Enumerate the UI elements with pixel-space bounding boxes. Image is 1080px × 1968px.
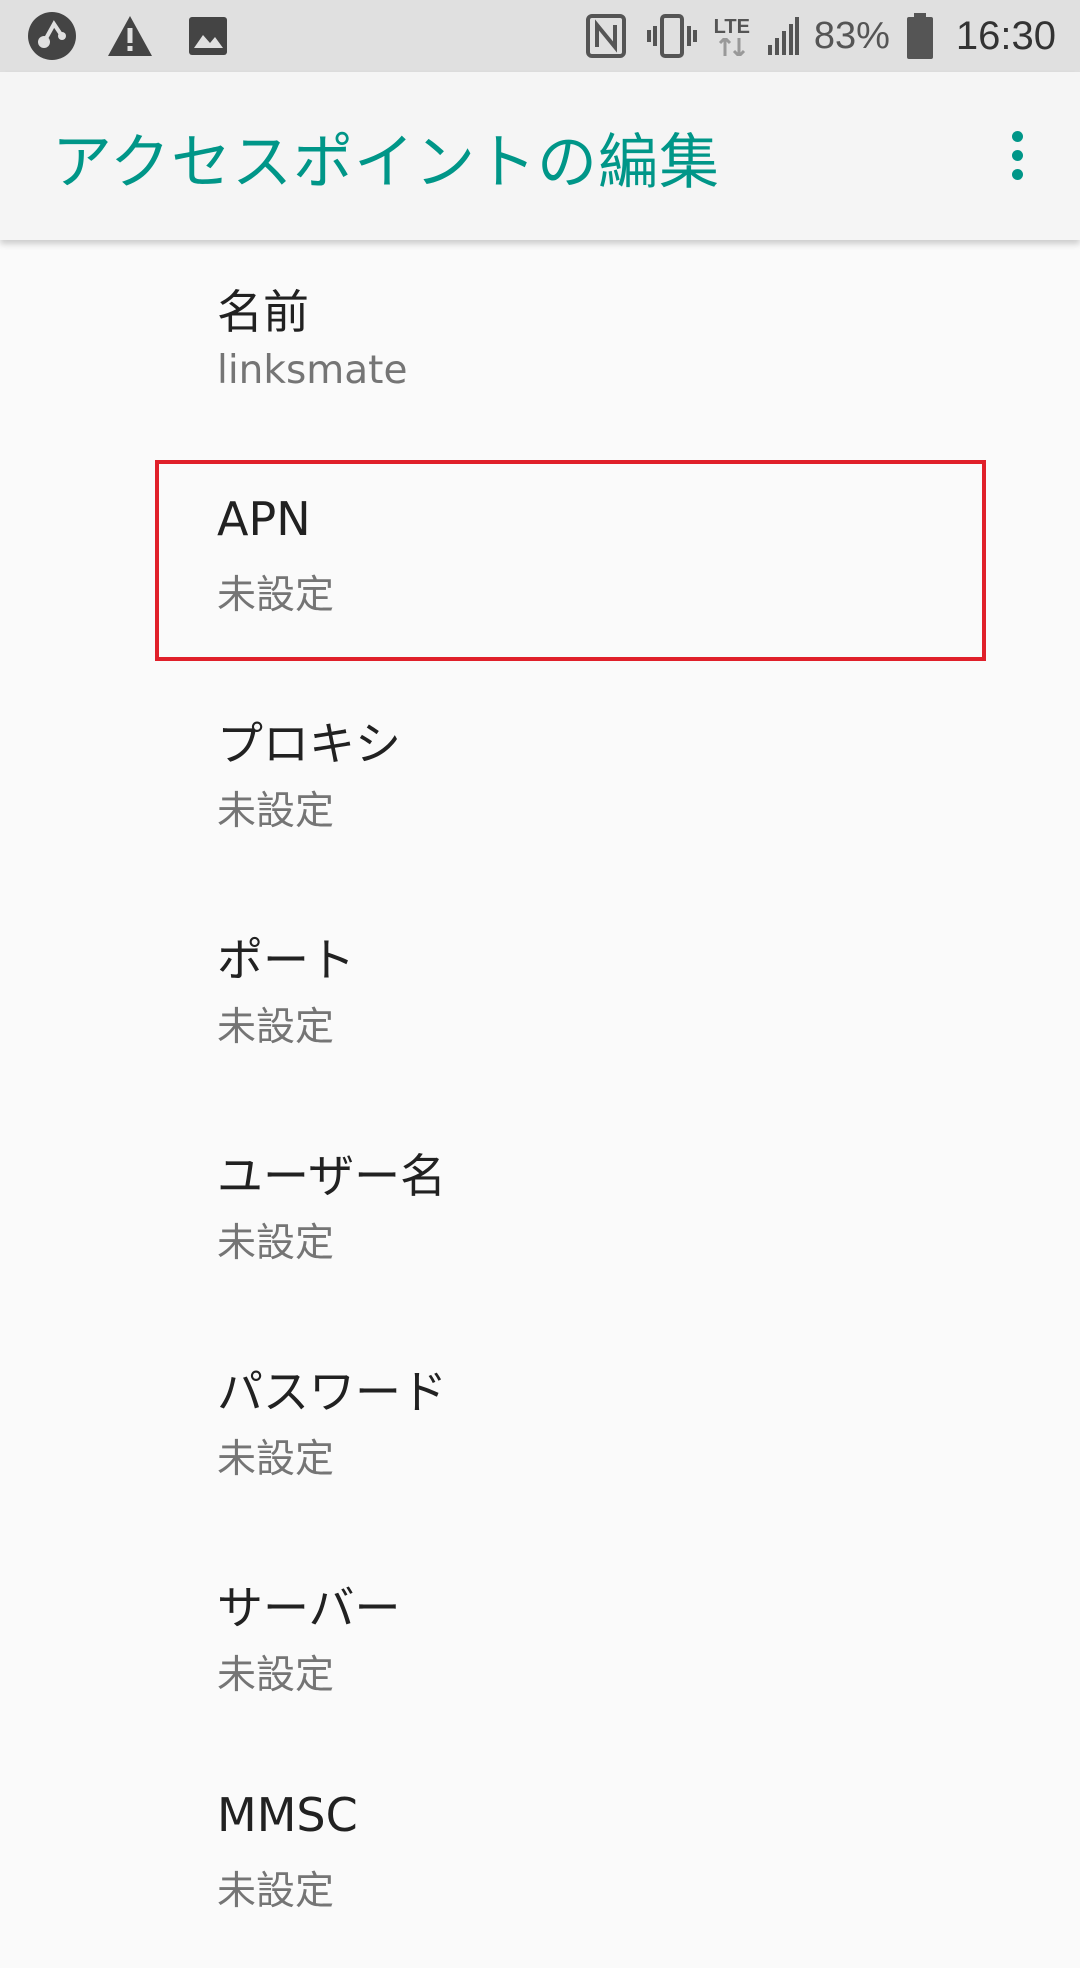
setting-value: 未設定 <box>217 789 335 834</box>
warning-icon <box>104 10 156 62</box>
setting-title: サーバー <box>217 1581 401 1635</box>
setting-value: 未設定 <box>217 1653 335 1698</box>
status-bar: LTE 83% 16:30 <box>0 0 1080 72</box>
setting-item-apn[interactable]: APN 未設定 <box>0 456 1080 672</box>
setting-title: パスワード <box>217 1365 447 1419</box>
setting-title: MMSC <box>217 1788 358 1842</box>
image-icon <box>182 10 234 62</box>
nfc-icon <box>580 10 632 62</box>
setting-title: APN <box>217 492 311 546</box>
setting-value: 未設定 <box>217 1869 335 1914</box>
setting-item-name[interactable]: 名前 linksmate <box>0 240 1080 456</box>
setting-item-mmsc[interactable]: MMSC 未設定 <box>0 1752 1080 1968</box>
battery-percent: 83% <box>813 14 890 57</box>
app-bar: アクセスポイントの編集 <box>0 72 1080 240</box>
setting-item-port[interactable]: ポート 未設定 <box>0 888 1080 1104</box>
vibrate-icon <box>646 10 698 62</box>
lte-icon: LTE <box>712 10 752 62</box>
app-notification-icon <box>26 10 78 62</box>
setting-value: 未設定 <box>217 573 335 618</box>
clock: 16:30 <box>955 13 1056 58</box>
setting-value: 未設定 <box>217 1005 335 1050</box>
setting-value: linksmate <box>217 348 408 393</box>
overflow-menu-icon[interactable] <box>982 120 1052 190</box>
setting-item-proxy[interactable]: プロキシ 未設定 <box>0 672 1080 888</box>
setting-value: 未設定 <box>217 1437 335 1482</box>
setting-item-password[interactable]: パスワード 未設定 <box>0 1320 1080 1536</box>
setting-title: ユーザー名 <box>217 1149 447 1203</box>
setting-value: 未設定 <box>217 1221 335 1266</box>
setting-title: 名前 <box>217 285 309 339</box>
setting-item-server[interactable]: サーバー 未設定 <box>0 1536 1080 1752</box>
setting-title: プロキシ <box>217 717 401 771</box>
battery-icon <box>904 10 936 62</box>
page-title: アクセスポイントの編集 <box>52 128 720 198</box>
setting-item-username[interactable]: ユーザー名 未設定 <box>0 1104 1080 1320</box>
setting-title: ポート <box>217 933 355 987</box>
signal-icon <box>766 10 800 62</box>
